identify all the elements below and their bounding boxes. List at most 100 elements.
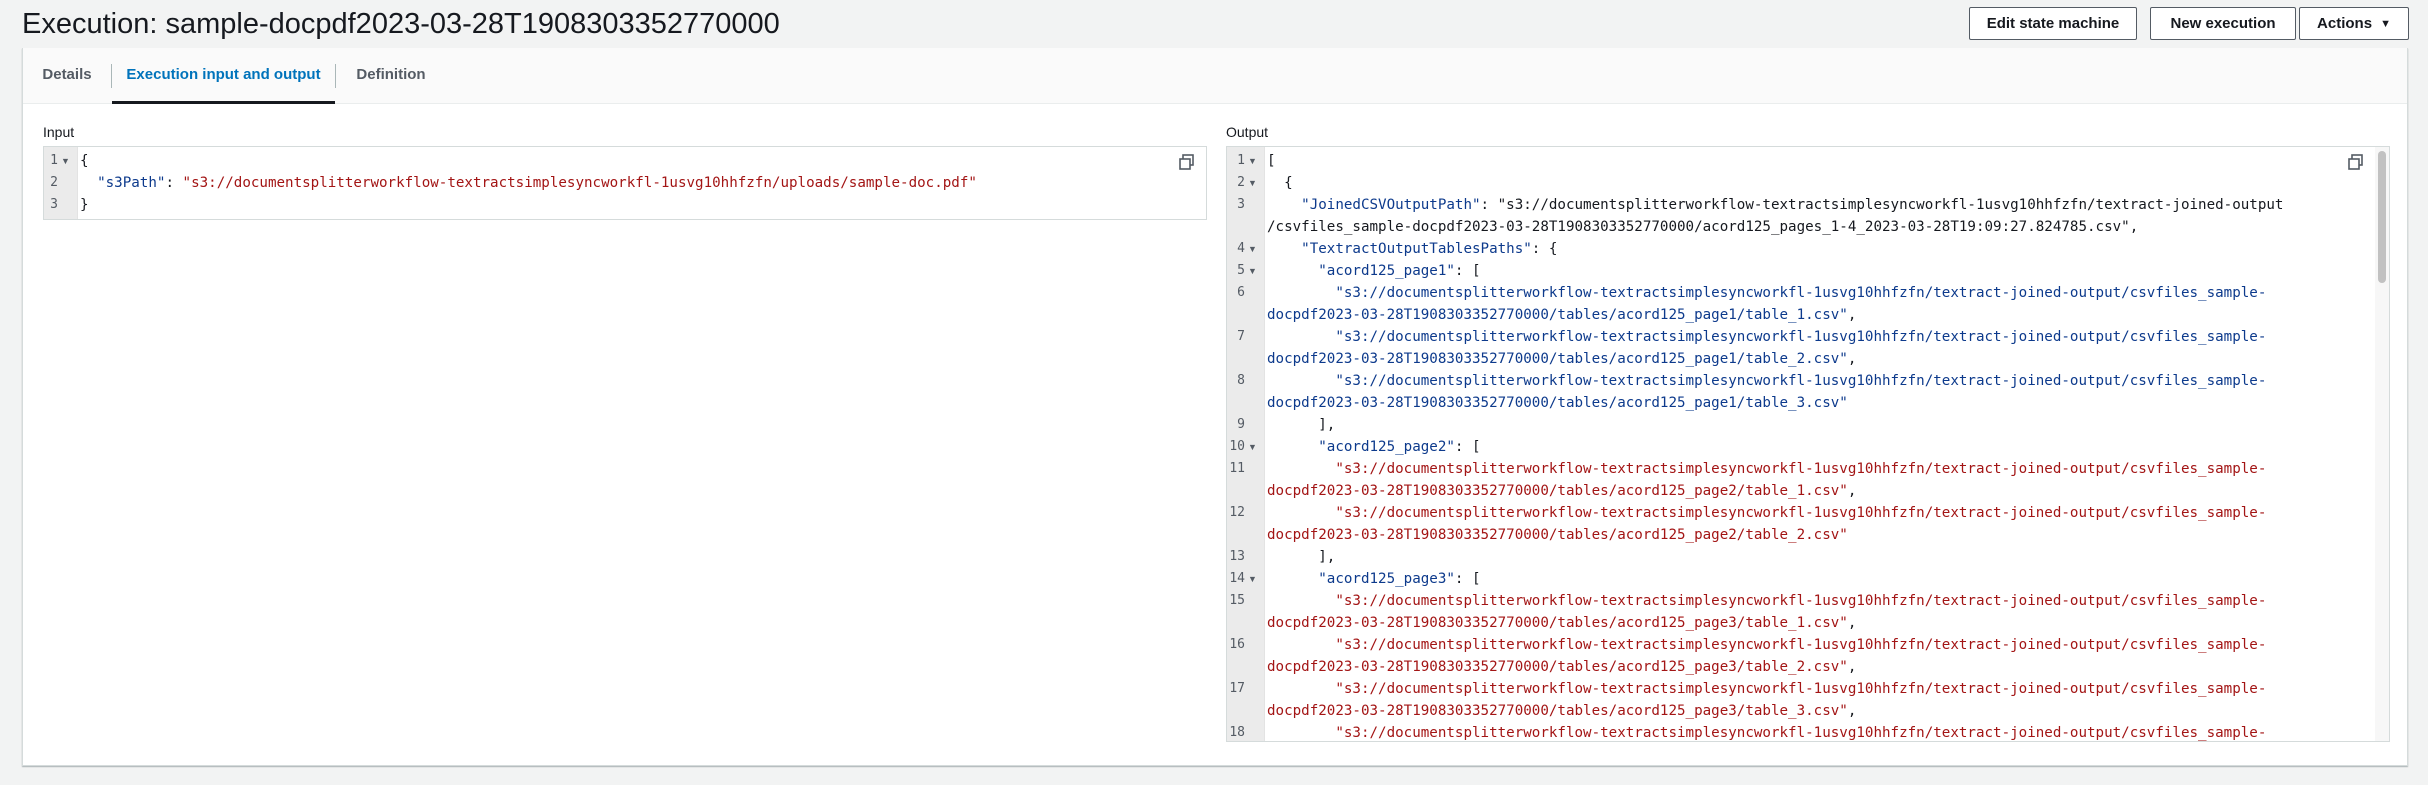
code-line: "acord125_page3": [ (1265, 568, 2375, 590)
code-line: docpdf2023-03-28T1908303352770000/tables… (1265, 480, 2375, 502)
line-number: 12 (1229, 505, 1245, 520)
code-token: "s3Path" (97, 175, 166, 191)
copy-icon[interactable] (1178, 153, 1196, 171)
code-line: docpdf2023-03-28T1908303352770000/tables… (1265, 612, 2375, 634)
code-token: ], (1267, 417, 1336, 433)
code-token: , (1847, 307, 1857, 323)
line-number: 15 (1229, 593, 1245, 608)
output-scrollbar[interactable] (2375, 147, 2389, 741)
tab-execution-input-output[interactable]: Execution input and output (112, 48, 335, 104)
code-line: { (1265, 172, 2375, 194)
output-code-editor[interactable]: [ { "JoinedCSVOutputPath": "s3://documen… (1226, 146, 2390, 742)
output-label: Output (1226, 124, 1269, 140)
fold-arrow-icon[interactable]: ▼ (1248, 568, 1257, 590)
line-number: 6 (1237, 285, 1245, 300)
code-line: "s3://documentsplitterworkflow-textracts… (1265, 634, 2375, 656)
code-token: docpdf2023-03-28T1908303352770000/tables… (1267, 351, 1848, 367)
code-line: "s3://documentsplitterworkflow-textracts… (1265, 678, 2375, 700)
input-code-editor[interactable]: { "s3Path": "s3://documentsplitterworkfl… (43, 146, 1207, 220)
code-token: "s3://documentsplitterworkflow-textracts… (182, 175, 977, 191)
code-token: /csvfiles_sample-docpdf2023-03-28T190830… (1267, 219, 2139, 235)
tab-details[interactable]: Details (23, 48, 111, 104)
code-token: "acord125_page1" (1318, 263, 1455, 279)
new-execution-button[interactable]: New execution (2150, 7, 2296, 40)
line-number: 8 (1237, 373, 1245, 388)
code-token: { (80, 153, 89, 169)
line-number: 5 (1237, 263, 1245, 278)
code-line: [ (1265, 150, 2375, 172)
fold-arrow-icon[interactable]: ▼ (1248, 436, 1257, 458)
code-line: docpdf2023-03-28T1908303352770000/tables… (1265, 392, 2375, 414)
input-label: Input (43, 124, 75, 140)
code-token: : { (1531, 241, 1558, 257)
fold-arrow-icon[interactable]: ▼ (1248, 238, 1257, 260)
code-token: docpdf2023-03-28T1908303352770000/tables… (1267, 615, 1848, 631)
code-token: "s3://documentsplitterworkflow-textracts… (1267, 329, 2267, 345)
line-number: 4 (1237, 241, 1245, 256)
fold-arrow-icon[interactable]: ▼ (1248, 172, 1257, 194)
code-line: "s3://documentsplitterworkflow-textracts… (1265, 502, 2375, 524)
edit-state-machine-button[interactable]: Edit state machine (1969, 7, 2137, 40)
line-number: 9 (1237, 417, 1245, 432)
line-number: 7 (1237, 329, 1245, 344)
code-token: "s3://documentsplitterworkflow-textracts… (1267, 373, 2267, 389)
code-line: "s3://documentsplitterworkflow-textracts… (1265, 458, 2375, 480)
code-token: docpdf2023-03-28T1908303352770000/tables… (1267, 307, 1848, 323)
code-token: "s3://documentsplitterworkflow-textracts… (1267, 637, 2267, 653)
code-token: , (1847, 659, 1857, 675)
code-token: : (165, 175, 183, 191)
output-code[interactable]: [ { "JoinedCSVOutputPath": "s3://documen… (1265, 147, 2375, 741)
code-token: : [ (1454, 439, 1481, 455)
code-line: docpdf2023-03-28T1908303352770000/tables… (1265, 304, 2375, 326)
code-line: "s3://documentsplitterworkflow-textracts… (1265, 722, 2375, 741)
code-token: "s3://documentsplitterworkflow-textracts… (1267, 505, 2267, 521)
execution-panel: Details Execution input and output Defin… (22, 48, 2408, 766)
page-title: Execution: sample-docpdf2023-03-28T19083… (22, 8, 780, 40)
code-token: , (1847, 483, 1857, 499)
input-code[interactable]: { "s3Path": "s3://documentsplitterworkfl… (78, 147, 1206, 219)
code-token: docpdf2023-03-28T1908303352770000/tables… (1267, 703, 1848, 719)
line-number: 2 (50, 175, 58, 190)
code-token: , (1847, 615, 1857, 631)
line-number: 3 (1237, 197, 1245, 212)
code-line: { (78, 150, 1206, 172)
code-token: ], (1267, 549, 1336, 565)
code-token: docpdf2023-03-28T1908303352770000/tables… (1267, 527, 1848, 543)
copy-icon[interactable] (2347, 153, 2365, 171)
code-token: , (1847, 351, 1857, 367)
code-token: docpdf2023-03-28T1908303352770000/tables… (1267, 483, 1848, 499)
actions-button[interactable]: Actions ▼ (2299, 7, 2409, 40)
line-number: 17 (1229, 681, 1245, 696)
fold-arrow-icon[interactable]: ▼ (1248, 150, 1257, 172)
code-token: : "s3://documentsplitterworkflow-textrac… (1480, 197, 2284, 213)
page-header: Execution: sample-docpdf2023-03-28T19083… (0, 0, 2428, 48)
code-token: docpdf2023-03-28T1908303352770000/tables… (1267, 395, 1848, 411)
code-token: , (1847, 703, 1857, 719)
fold-arrow-icon[interactable]: ▼ (61, 150, 70, 172)
fold-arrow-icon[interactable]: ▼ (1248, 260, 1257, 282)
line-number: 14 (1229, 571, 1245, 586)
code-token: [ (1267, 153, 1276, 169)
code-token: "JoinedCSVOutputPath" (1301, 197, 1481, 213)
line-number: 13 (1229, 549, 1245, 564)
output-scrollbar-thumb[interactable] (2378, 151, 2386, 283)
tab-bar: Details Execution input and output Defin… (23, 48, 2407, 104)
code-token: "acord125_page2" (1318, 439, 1455, 455)
code-line: docpdf2023-03-28T1908303352770000/tables… (1265, 524, 2375, 546)
code-line: "acord125_page1": [ (1265, 260, 2375, 282)
code-token: "acord125_page3" (1318, 571, 1455, 587)
tab-definition[interactable]: Definition (336, 48, 446, 104)
line-number: 18 (1229, 725, 1245, 740)
code-line: docpdf2023-03-28T1908303352770000/tables… (1265, 700, 2375, 722)
code-token: : [ (1454, 571, 1481, 587)
code-line: "s3://documentsplitterworkflow-textracts… (1265, 370, 2375, 392)
caret-down-icon: ▼ (2380, 18, 2391, 30)
code-line: docpdf2023-03-28T1908303352770000/tables… (1265, 348, 2375, 370)
code-token: docpdf2023-03-28T1908303352770000/tables… (1267, 659, 1848, 675)
code-token: "s3://documentsplitterworkflow-textracts… (1267, 285, 2267, 301)
code-token: "s3://documentsplitterworkflow-textracts… (1267, 461, 2267, 477)
